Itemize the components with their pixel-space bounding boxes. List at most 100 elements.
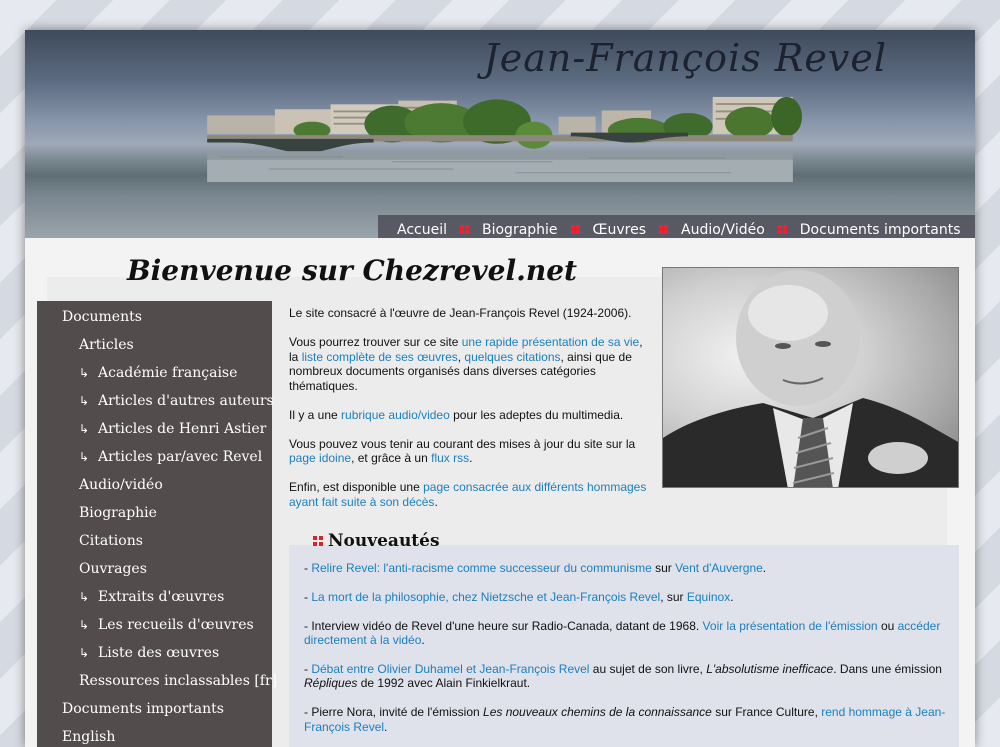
site-title: Jean-François Revel	[483, 36, 887, 80]
nav-separator-icon	[777, 225, 787, 234]
sidebar-item-label: Biographie	[79, 505, 157, 521]
sidebar-item-label: Articles de Henri Astier	[98, 421, 267, 437]
intro-paragraph: Vous pourrez trouver sur ce site une rap…	[289, 335, 649, 393]
sidebar-item-label: Articles par/avec Revel	[98, 449, 263, 465]
intro-paragraph: Le site consacré à l'œuvre de Jean-Franç…	[289, 306, 649, 321]
link-page-idoine[interactable]: page idoine	[289, 451, 351, 465]
subitem-arrow-icon: ↳	[79, 590, 90, 604]
news-source-link[interactable]: Equinox	[687, 590, 730, 604]
intro-text-span: Il y a une	[289, 407, 342, 422]
news-link[interactable]: Voir la présentation de l'émission	[703, 619, 878, 633]
news-link[interactable]: La mort de la philosophie, chez Nietzsch…	[311, 590, 660, 604]
subitem-arrow-icon: ↳	[79, 618, 90, 632]
nav-accueil[interactable]: Accueil	[397, 222, 447, 238]
news-text: ou	[877, 618, 898, 633]
subitem-arrow-icon: ↳	[79, 422, 90, 436]
sidebar-item-label: Extraits d'œuvres	[98, 589, 225, 605]
portrait-photo	[662, 267, 959, 488]
sidebar-item-documents[interactable]: Documents	[37, 303, 272, 331]
news-item: - Relire Revel: l'anti-racisme comme suc…	[304, 561, 949, 576]
intro-text-span: pour les adeptes du multimedia.	[449, 407, 624, 422]
news-item: - Interview vidéo de Revel d'une heure s…	[304, 619, 949, 648]
news-text: . Dans une émission	[833, 661, 942, 676]
link-rubrique-audio-video[interactable]: rubrique audio/video	[341, 408, 450, 422]
news-text: sur	[651, 561, 676, 575]
news-item: - Pierre Nora, invité de l'émission Les …	[304, 705, 949, 734]
sidebar-item-label: Documents importants	[62, 701, 224, 717]
sidebar-item-ressources-inclassables[interactable]: Ressources inclassables [fr]	[37, 667, 277, 695]
news-link[interactable]: Relire Revel: l'anti-racisme comme succe…	[311, 561, 651, 575]
news-text: sur France Culture,	[711, 705, 822, 720]
news-text: .	[730, 589, 734, 604]
sidebar-item-articles-autres-auteurs[interactable]: ↳ Articles d'autres auteurs	[37, 387, 274, 415]
intro-text-span: .	[469, 451, 473, 465]
intro-paragraph: Il y a une rubrique audio/video pour les…	[289, 408, 649, 423]
subitem-arrow-icon: ↳	[79, 394, 90, 408]
news-text: .	[384, 719, 388, 734]
sidebar-item-documents-importants[interactable]: Documents importants	[37, 695, 272, 723]
sidebar-item-label: Audio/vidéo	[79, 477, 163, 493]
intro-text-span: la	[289, 349, 302, 364]
intro-paragraph: Enfin, est disponible une page consacrée…	[289, 480, 649, 509]
news-text: au sujet de son livre,	[589, 661, 707, 676]
news-item: - Débat entre Olivier Duhamel et Jean-Fr…	[304, 662, 949, 691]
news-text: .	[762, 561, 767, 575]
link-citations[interactable]: quelques citations	[464, 350, 560, 364]
top-navigation: Accueil Biographie Œuvres Audio/Vidéo Do…	[378, 215, 975, 238]
news-item: - La mort de la philosophie, chez Nietzs…	[304, 590, 949, 605]
nav-oeuvres[interactable]: Œuvres	[593, 222, 647, 238]
page-container: Jean-François Revel Accueil Biographie Œ…	[25, 30, 975, 747]
sidebar-item-biographie[interactable]: Biographie	[37, 499, 272, 527]
intro-text-span: .	[434, 494, 438, 509]
sidebar-item-recueils-oeuvres[interactable]: ↳ Les recueils d'œuvres	[37, 611, 272, 639]
nav-biographie[interactable]: Biographie	[482, 222, 558, 238]
link-flux-rss[interactable]: flux rss	[431, 451, 469, 465]
intro-text-span: Vous pouvez vous tenir au courant des mi…	[289, 436, 636, 451]
intro-text-span: , et grâce à un	[351, 451, 432, 465]
intro-text: Le site consacré à l'œuvre de Jean-Franç…	[289, 306, 649, 524]
intro-text-span: Enfin, est disponible une	[289, 480, 424, 494]
page-title: Bienvenue sur Chezrevel.net	[127, 254, 577, 287]
subitem-arrow-icon: ↳	[79, 366, 90, 380]
nav-audio-video[interactable]: Audio/Vidéo	[681, 222, 765, 238]
sidebar-item-articles-par-avec-revel[interactable]: ↳ Articles par/avec Revel	[37, 443, 272, 471]
bullet-squares-icon	[313, 536, 323, 546]
sidebar-item-label: Citations	[79, 533, 143, 549]
header-banner: Jean-François Revel Accueil Biographie Œ…	[25, 30, 975, 238]
news-source-link[interactable]: Vent d'Auvergne	[675, 561, 763, 575]
sidebar-item-label: Documents	[62, 309, 142, 325]
link-presentation-vie[interactable]: une rapide présentation de sa vie	[462, 335, 639, 349]
sidebar-item-articles-henri-astier[interactable]: ↳ Articles de Henri Astier	[37, 415, 272, 443]
portrait-image	[663, 270, 958, 487]
news-text: .	[421, 633, 425, 648]
sidebar-item-extraits-oeuvres[interactable]: ↳ Extraits d'œuvres	[37, 583, 272, 611]
nav-documents-importants[interactable]: Documents importants	[800, 222, 961, 238]
link-liste-oeuvres[interactable]: liste complète de ses œuvres	[302, 350, 458, 364]
intro-paragraph: Vous pouvez vous tenir au courant des mi…	[289, 437, 649, 466]
sidebar-item-liste-oeuvres[interactable]: ↳ Liste des œuvres	[37, 639, 272, 667]
sidebar-item-audio-video[interactable]: Audio/vidéo	[37, 471, 272, 499]
news-text: - Pierre Nora, invité de l'émission	[304, 705, 484, 720]
intro-text-span: ,	[639, 335, 643, 349]
news-text: de 1992 avec Alain Finkielkraut.	[357, 676, 531, 691]
news-text: , sur	[660, 589, 687, 604]
sidebar-item-ouvrages[interactable]: Ouvrages	[37, 555, 272, 583]
intro-text-span: Vous pourrez trouver sur ce site	[289, 335, 462, 349]
sidebar-item-label: Les recueils d'œuvres	[98, 617, 254, 633]
sidebar-item-academie-francaise[interactable]: ↳ Académie française	[37, 359, 272, 387]
sidebar-item-citations[interactable]: Citations	[37, 527, 272, 555]
news-link[interactable]: Débat entre Olivier Duhamel et Jean-Fran…	[311, 662, 589, 676]
sidebar-item-english[interactable]: English	[37, 723, 272, 747]
news-show-title: Répliques	[304, 676, 358, 691]
nav-separator-icon	[659, 225, 669, 234]
nav-separator-icon	[460, 225, 469, 234]
sidebar-item-label: Articles d'autres auteurs	[98, 393, 274, 409]
news-show-title: Les nouveaux chemins de la connaissance	[483, 705, 712, 720]
sidebar-item-label: Académie française	[98, 365, 238, 381]
sidebar-item-label: Articles	[79, 337, 134, 353]
news-heading-label: Nouveautés	[328, 531, 440, 551]
sidebar-item-label: Ouvrages	[79, 561, 147, 577]
news-book-title: L'absolutisme inefficace	[706, 661, 834, 676]
sidebar-item-articles[interactable]: Articles	[37, 331, 272, 359]
sidebar-item-label: Ressources inclassables [fr]	[79, 673, 278, 689]
